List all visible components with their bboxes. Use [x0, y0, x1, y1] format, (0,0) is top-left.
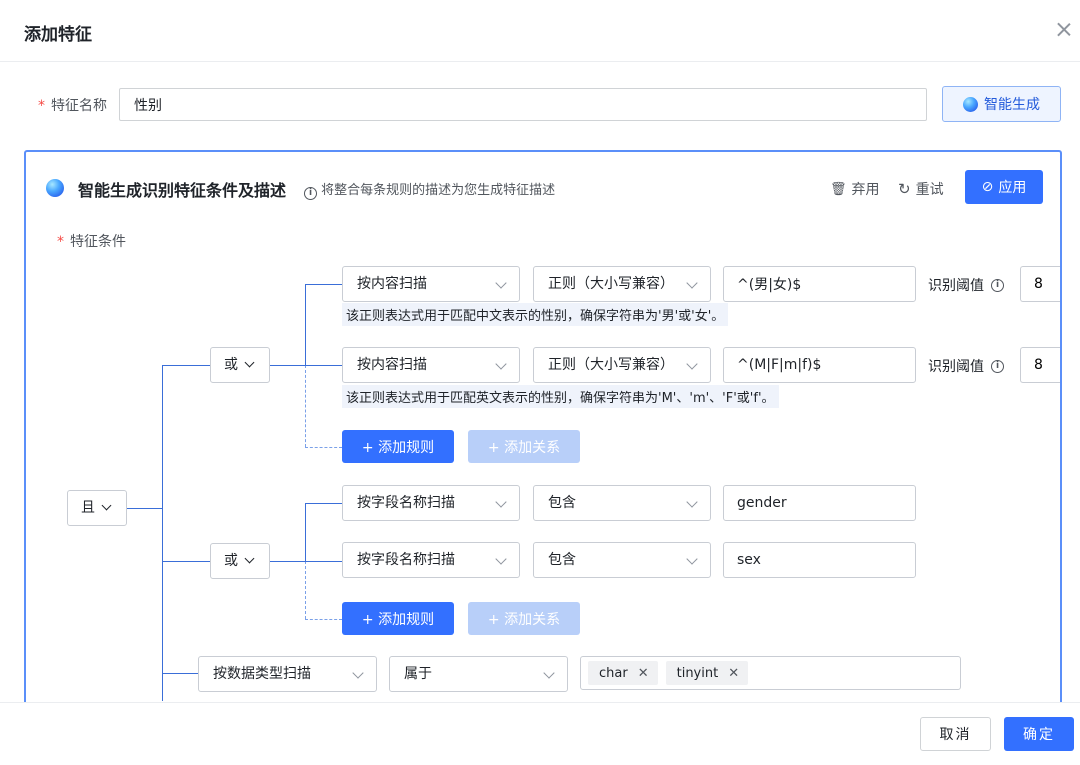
tree-connector [305, 365, 306, 447]
panel-title: 智能生成识别特征条件及描述 [78, 177, 286, 201]
add-relation-button[interactable]: + 添加关系 [468, 430, 580, 463]
root-logic-select[interactable]: 且 [67, 490, 127, 526]
chevron-down-icon [245, 358, 255, 368]
chevron-down-icon [686, 277, 697, 288]
add-relation-button[interactable]: + 添加关系 [468, 602, 580, 635]
chevron-down-icon [495, 358, 506, 369]
dialog-header [0, 0, 1080, 62]
scan-type-select[interactable]: 按数据类型扫描 [198, 656, 377, 692]
trash-icon: 🗑 [830, 182, 847, 197]
match-type-select[interactable]: 包含 [533, 485, 711, 521]
rule-value-input[interactable] [723, 485, 916, 521]
chevron-down-icon [543, 667, 554, 678]
chevron-down-icon [495, 277, 506, 288]
tree-connector [270, 365, 342, 366]
ai-sparkle-icon [46, 179, 64, 197]
feature-name-label: *特征名称 [38, 95, 107, 115]
scan-type-select[interactable]: 按字段名称扫描 [342, 542, 520, 578]
tree-connector [127, 508, 162, 509]
close-icon[interactable] [1052, 18, 1076, 42]
tree-connector [305, 561, 306, 619]
tree-connector [162, 365, 163, 701]
dialog-title: 添加特征 [24, 20, 92, 45]
refresh-icon: ↻ [898, 180, 911, 198]
required-mark: * [38, 98, 45, 114]
tree-connector [305, 447, 342, 448]
match-type-select[interactable]: 包含 [533, 542, 711, 578]
threshold-label: 识别阈值i [928, 275, 1004, 295]
rule-value-input[interactable] [723, 266, 916, 302]
scan-type-select[interactable]: 按内容扫描 [342, 347, 520, 383]
tree-connector [305, 503, 342, 504]
group1-logic-select[interactable]: 或 [210, 347, 270, 383]
tree-connector [162, 365, 210, 366]
conditions-label: *特征条件 [57, 231, 126, 251]
chevron-down-icon [102, 501, 112, 511]
smart-generate-button[interactable]: 智能生成 [942, 86, 1061, 122]
tree-connector [162, 561, 210, 562]
add-feature-dialog: 添加特征 *特征名称 智能生成 智能生成识别特征条件及描述 i 将整合每条规则的… [0, 0, 1080, 765]
threshold-label: 识别阈值i [928, 356, 1004, 376]
panel-description: i 将整合每条规则的描述为您生成特征描述 [304, 179, 555, 200]
info-icon: i [991, 279, 1004, 292]
dialog-footer [0, 702, 1080, 765]
cancel-button[interactable]: 取消 [920, 717, 991, 751]
close-icon[interactable]: ✕ [638, 666, 649, 681]
chevron-down-icon [495, 496, 506, 507]
chevron-down-icon [686, 496, 697, 507]
scan-type-select[interactable]: 按内容扫描 [342, 266, 520, 302]
tree-connector [162, 673, 198, 674]
add-rule-button[interactable]: + 添加规则 [342, 430, 454, 463]
close-icon[interactable]: ✕ [728, 666, 739, 681]
rule-hint: 该正则表达式用于匹配中文表示的性别，确保字符串为'男'或'女'。 [342, 303, 728, 326]
tree-connector [305, 284, 342, 285]
threshold-input[interactable] [1020, 347, 1060, 383]
match-type-select[interactable]: 正则（大小写兼容） [533, 347, 711, 383]
scan-type-select[interactable]: 按字段名称扫描 [342, 485, 520, 521]
tree-connector [270, 561, 342, 562]
tree-connector [305, 503, 306, 561]
ai-sparkle-icon [963, 97, 978, 112]
info-icon: i [304, 187, 317, 200]
check-circle-icon: ⊘ [982, 179, 994, 195]
add-rule-button[interactable]: + 添加规则 [342, 602, 454, 635]
feature-name-input[interactable] [119, 88, 927, 121]
rule-value-input[interactable] [723, 347, 916, 383]
data-type-tags-input[interactable]: char✕ tinyint✕ [580, 656, 961, 690]
chevron-down-icon [495, 553, 506, 564]
tree-connector [305, 284, 306, 365]
tag: tinyint✕ [666, 661, 749, 685]
retry-button[interactable]: ↻重试 [898, 179, 944, 199]
rule-hint: 该正则表达式用于匹配英文表示的性别，确保字符串为'M'、'm'、'F'或'f'。 [342, 385, 779, 408]
match-type-select[interactable]: 正则（大小写兼容） [533, 266, 711, 302]
apply-button[interactable]: ⊘应用 [965, 170, 1043, 204]
chevron-down-icon [686, 358, 697, 369]
discard-button[interactable]: 🗑弃用 [830, 179, 880, 199]
threshold-input[interactable] [1020, 266, 1060, 302]
match-type-select[interactable]: 属于 [389, 656, 568, 692]
chevron-down-icon [352, 667, 363, 678]
confirm-button[interactable]: 确定 [1004, 717, 1074, 751]
chevron-down-icon [686, 553, 697, 564]
group2-logic-select[interactable]: 或 [210, 543, 270, 579]
rule-value-input[interactable] [723, 542, 916, 578]
chevron-down-icon [245, 554, 255, 564]
tree-connector [305, 619, 342, 620]
tag: char✕ [588, 661, 658, 685]
info-icon: i [991, 360, 1004, 373]
